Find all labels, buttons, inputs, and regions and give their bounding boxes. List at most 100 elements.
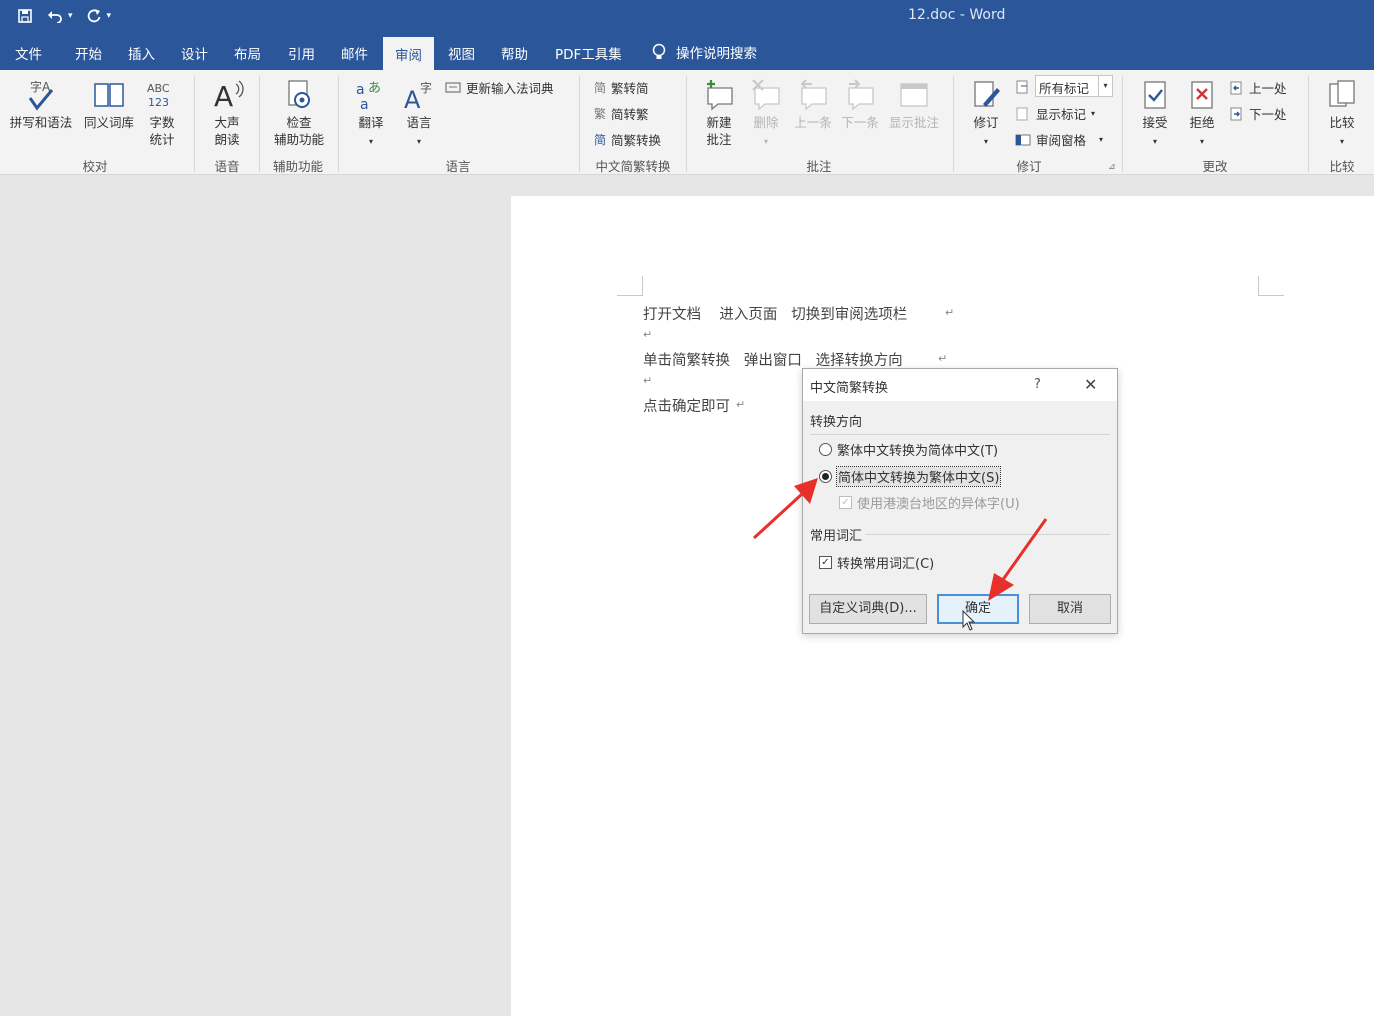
save-icon[interactable] [14,5,36,27]
checkbox-convert-vocab[interactable]: ✓ 转换常用词汇(C) [819,553,934,572]
annotation-arrow-icon [752,478,818,540]
previous-comment-button[interactable]: 上一条 [791,78,835,131]
simp-trad-convert-button[interactable]: 简 简繁转换 [594,130,661,149]
compare-button[interactable]: 比较 ▾ [1320,78,1364,150]
tab-references[interactable]: 引用 [288,43,315,63]
previous-change-icon [1230,81,1242,94]
ribbon-tabs: 文件 开始 插入 设计 布局 引用 邮件 审阅 视图 帮助 PDF工具集 操作说… [0,34,1374,70]
svg-text:字A: 字A [30,79,51,94]
annotation-arrow-icon [988,518,1048,601]
group-label-comments: 批注 [806,159,832,174]
svg-text:123: 123 [148,96,169,109]
track-changes-icon [974,81,1000,107]
markup-dropdown[interactable]: 所有标记 ▾ [1035,75,1113,97]
markup-icon [1016,80,1028,94]
group-separator [1308,76,1309,172]
tab-insert[interactable]: 插入 [128,43,155,63]
language-icon: A字 [404,80,432,112]
next-comment-button[interactable]: 下一条 [838,78,882,131]
svg-text:A: A [214,80,233,112]
dialog-launcher-icon[interactable]: ⊿ [1108,162,1116,172]
update-ime-dictionary-button[interactable]: 更新输入法词典 [445,78,554,97]
paragraph-mark: ↵ [736,398,746,411]
help-button[interactable]: ? [1034,377,1041,392]
thesaurus-button[interactable]: 同义词库 [80,78,138,131]
svg-text:あ: あ [368,81,381,96]
accept-button[interactable]: 接受 ▾ [1134,78,1176,150]
tab-layout[interactable]: 布局 [234,43,261,63]
svg-text:ABC: ABC [147,82,170,95]
radio-simp-to-trad[interactable]: 简体中文转换为繁体中文(S) [819,466,1002,487]
checkbox[interactable]: ✓ [839,496,852,509]
direction-section-label: 转换方向 [810,415,863,430]
check-accessibility-button[interactable]: 检查 辅助功能 [268,78,330,148]
tab-pdf-tools[interactable]: PDF工具集 [555,43,622,63]
checkbox-hk-variants[interactable]: ✓ 使用港澳台地区的异体字(U) [839,493,1020,512]
reviewing-pane-button[interactable]: 审阅窗格 ▾ [1015,130,1103,149]
group-label-tracking: 修订 [1016,159,1042,174]
simp-to-trad-icon: 繁 [594,107,607,121]
translate-icon: a あa [356,81,381,112]
svg-text:a: a [360,97,369,112]
show-markup-button[interactable]: 显示标记 ▾ [1015,104,1095,123]
redo-icon[interactable] [83,5,105,27]
window-title: 12.doc - Word [908,7,1006,23]
next-comment-icon [848,79,874,111]
new-comment-button[interactable]: 新建 批注 [698,78,740,148]
dictionary-icon [445,81,461,93]
next-change-icon [1230,107,1242,120]
custom-dictionary-button[interactable]: 自定义词典(D)... [809,594,927,624]
show-comments-button[interactable]: 显示批注 [885,78,943,131]
radio-button[interactable] [819,443,832,456]
next-change-button[interactable]: 下一处 [1230,104,1287,123]
group-label-changes: 更改 [1202,159,1228,174]
delete-comment-button[interactable]: 删除 ▾ [746,78,786,150]
tab-mailings[interactable]: 邮件 [341,43,368,63]
track-changes-button[interactable]: 修订 ▾ [966,78,1006,150]
tab-help[interactable]: 帮助 [501,43,528,63]
read-aloud-button[interactable]: A 大声 朗读 [205,78,249,148]
radio-trad-to-simp[interactable]: 繁体中文转换为简体中文(T) [819,440,998,459]
tab-home[interactable]: 开始 [75,43,102,63]
checkbox-checked[interactable]: ✓ [819,556,832,569]
tell-me-search[interactable]: 操作说明搜索 [652,42,757,62]
svg-text:A: A [404,86,421,112]
show-markup-icon [1016,107,1028,120]
paragraph-mark: ↵ [643,328,653,341]
trad-to-simp-button[interactable]: 简 繁转简 [594,78,649,97]
reject-button[interactable]: 拒绝 ▾ [1181,78,1223,150]
tab-design[interactable]: 设计 [181,43,208,63]
dialog-title: 中文简繁转换 [810,381,889,396]
tab-review[interactable]: 审阅 [383,37,434,70]
close-icon[interactable]: ✕ [1084,375,1097,394]
undo-dropdown-icon[interactable]: ▾ [68,11,73,21]
spelling-grammar-button[interactable]: 字A 拼写和语法 [6,78,76,131]
document-line-3: 点击确定即可 [643,399,730,415]
convert-icon: 简 [594,133,607,147]
reject-icon [1191,81,1213,109]
reviewing-pane-icon [1015,134,1031,145]
tell-me-label: 操作说明搜索 [676,46,757,62]
group-label-speech: 语音 [214,159,240,174]
undo-icon[interactable] [44,5,66,27]
simp-to-trad-button[interactable]: 繁 简转繁 [594,104,649,123]
compare-icon [1329,80,1355,107]
delete-comment-icon [752,79,780,111]
group-label-proofing: 校对 [82,159,108,174]
group-separator [1122,76,1123,172]
word-count-button[interactable]: ABC 123 字数 统计 [142,78,182,148]
show-comments-icon [900,83,928,107]
chinese-conversion-dialog: 中文简繁转换 ? ✕ 转换方向 繁体中文转换为简体中文(T) 简体中文转换为繁体… [802,368,1118,634]
tab-view[interactable]: 视图 [448,43,475,63]
trad-to-simp-icon: 简 [594,81,607,95]
lightbulb-icon [652,43,666,59]
divider [810,434,1110,435]
accessibility-check-icon [288,80,310,108]
customize-qat-icon[interactable]: ▾ [107,11,112,21]
group-label-compare: 比较 [1329,159,1355,174]
previous-comment-icon [800,79,827,111]
tab-file[interactable]: 文件 [15,43,42,63]
language-button[interactable]: A字 语言 ▾ [398,78,440,150]
translate-button[interactable]: aあa 翻译 ▾ [350,78,392,150]
previous-change-button[interactable]: 上一处 [1230,78,1287,97]
